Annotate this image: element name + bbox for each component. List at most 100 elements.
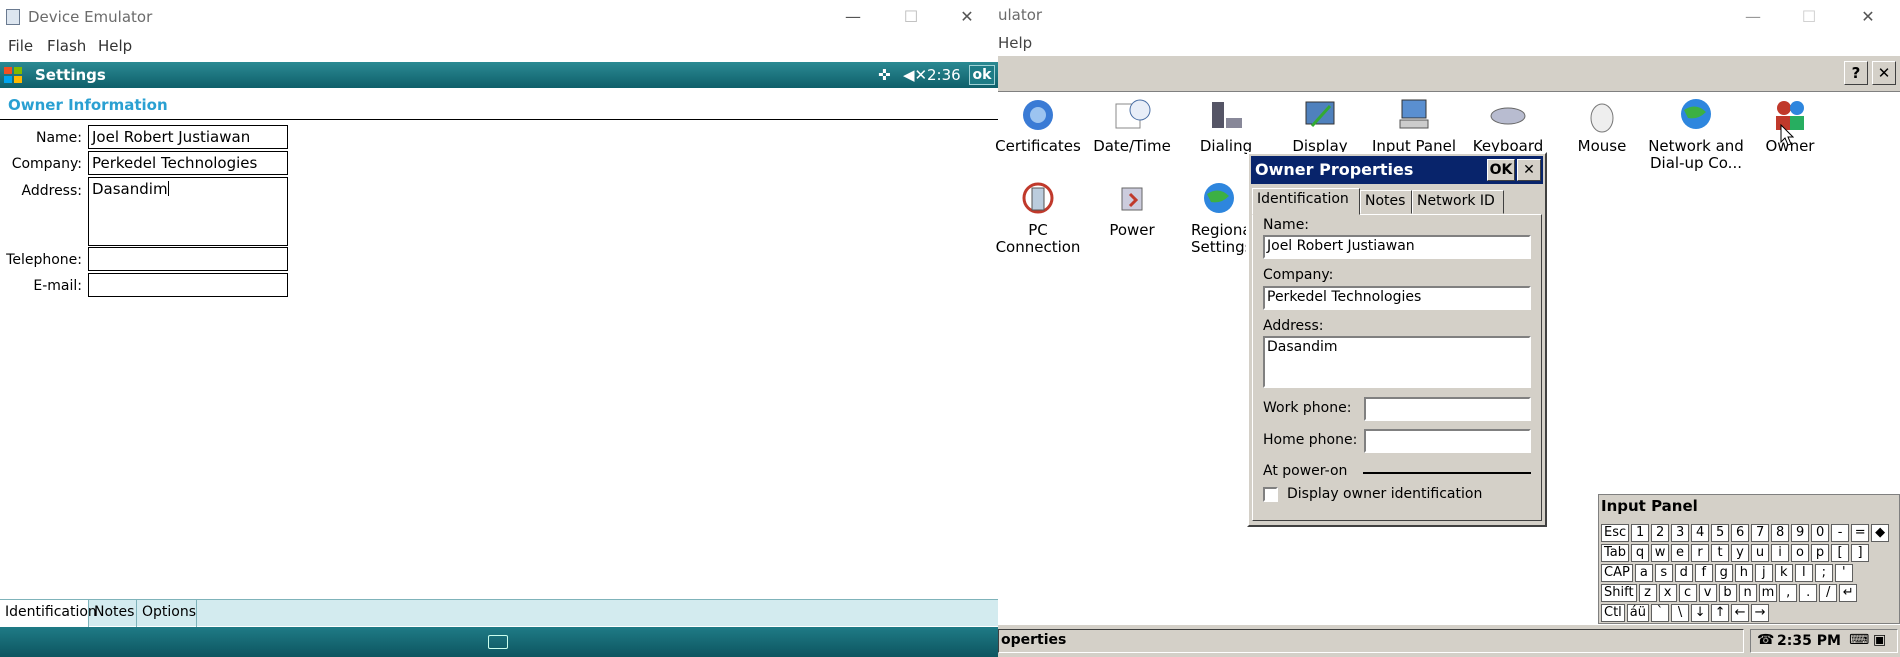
key[interactable]: i	[1771, 544, 1790, 562]
key[interactable]: o	[1791, 544, 1810, 562]
windows-start-icon[interactable]	[3, 66, 23, 84]
menu-help[interactable]: Help	[98, 37, 132, 55]
maximize-icon[interactable]: ☐	[1794, 6, 1824, 28]
key[interactable]: '	[1834, 564, 1853, 582]
cp-mouse[interactable]: Mouse	[1552, 96, 1652, 155]
key[interactable]: 8	[1771, 524, 1790, 542]
key[interactable]: q	[1631, 544, 1650, 562]
maximize-icon[interactable]: ☐	[896, 6, 926, 28]
key[interactable]: y	[1731, 544, 1750, 562]
key[interactable]: 2	[1651, 524, 1670, 542]
cp-certificates[interactable]: Certificates	[988, 96, 1088, 155]
tray-clock[interactable]: 2:35 PM	[1777, 633, 1841, 649]
close-button[interactable]: ✕	[1872, 61, 1896, 85]
tab-notes[interactable]: Notes	[89, 600, 137, 627]
tab-notes[interactable]: Notes	[1360, 190, 1412, 214]
name-field[interactable]: Joel Robert Justiawan	[1263, 235, 1531, 259]
key[interactable]: 0	[1811, 524, 1830, 542]
key[interactable]: r	[1691, 544, 1710, 562]
menu-file[interactable]: File	[8, 37, 33, 55]
key[interactable]: ↓	[1691, 604, 1710, 622]
close-icon[interactable]: ✕	[952, 6, 982, 28]
key[interactable]: ←	[1731, 604, 1750, 622]
minimize-icon[interactable]: —	[838, 6, 868, 28]
cp-display[interactable]: Display	[1270, 96, 1370, 158]
key[interactable]: c	[1678, 584, 1697, 602]
cp-regional-settings[interactable]: Regional Settings	[1176, 180, 1246, 256]
ok-button[interactable]: ok	[969, 65, 995, 85]
name-field[interactable]: Joel Robert Justiawan	[88, 125, 288, 149]
dialog-close-button[interactable]: ✕	[1517, 159, 1541, 181]
minimize-icon[interactable]: —	[1738, 6, 1768, 28]
address-field[interactable]: Dasandim	[88, 177, 288, 246]
cp-date-time[interactable]: Date/Time	[1082, 96, 1182, 155]
key[interactable]: Ctl	[1601, 604, 1625, 622]
cp-dialing[interactable]: Dialing	[1176, 96, 1276, 155]
key[interactable]: =	[1851, 524, 1870, 542]
display-owner-checkbox[interactable]	[1263, 487, 1278, 502]
key[interactable]: ,	[1779, 584, 1798, 602]
close-icon[interactable]: ✕	[1853, 6, 1883, 28]
volume-muted-icon[interactable]: ◀✕	[903, 66, 927, 84]
key[interactable]: 1	[1631, 524, 1650, 542]
key[interactable]: →	[1751, 604, 1770, 622]
key[interactable]: s	[1654, 564, 1673, 582]
email-field[interactable]	[88, 273, 288, 297]
key[interactable]: \	[1671, 604, 1690, 622]
key[interactable]: u	[1751, 544, 1770, 562]
key[interactable]: w	[1651, 544, 1670, 562]
key[interactable]: -	[1831, 524, 1850, 542]
key[interactable]: 7	[1751, 524, 1770, 542]
network-tray-icon[interactable]: ☎	[1757, 632, 1774, 648]
tab-identification[interactable]: Identification	[0, 600, 97, 627]
cp-network[interactable]: Network and Dial-up Co...	[1646, 96, 1746, 172]
key[interactable]: v	[1698, 584, 1717, 602]
menu-help[interactable]: Help	[998, 34, 1032, 52]
work-phone-field[interactable]	[1364, 397, 1531, 421]
help-button[interactable]: ?	[1844, 61, 1868, 85]
cp-keyboard[interactable]: Keyboard	[1458, 96, 1558, 158]
tab-options[interactable]: Options	[137, 600, 197, 627]
key[interactable]: k	[1774, 564, 1793, 582]
key[interactable]: `	[1651, 604, 1670, 622]
tab-identification[interactable]: Identification	[1252, 188, 1360, 215]
dialog-ok-button[interactable]: OK	[1487, 159, 1515, 181]
key[interactable]: e	[1671, 544, 1690, 562]
key[interactable]: 9	[1791, 524, 1810, 542]
key[interactable]: ]	[1851, 544, 1870, 562]
cp-input-panel[interactable]: Input Panel	[1364, 96, 1464, 158]
key[interactable]: x	[1658, 584, 1677, 602]
taskbar-button-owner-properties[interactable]: operties	[998, 629, 1744, 653]
address-field[interactable]: Dasandim	[1263, 336, 1531, 388]
key[interactable]: j	[1754, 564, 1773, 582]
key[interactable]: m	[1758, 584, 1778, 602]
key[interactable]: 4	[1691, 524, 1710, 542]
key[interactable]: Shift	[1601, 584, 1637, 602]
key[interactable]: t	[1711, 544, 1730, 562]
key[interactable]: z	[1638, 584, 1657, 602]
key[interactable]: a	[1634, 564, 1653, 582]
menu-flash[interactable]: Flash	[47, 37, 86, 55]
tab-network-id[interactable]: Network ID	[1412, 190, 1504, 214]
key[interactable]: áü	[1626, 604, 1650, 622]
key[interactable]: ;	[1814, 564, 1833, 582]
key[interactable]: ↑	[1711, 604, 1730, 622]
key[interactable]: b	[1718, 584, 1737, 602]
key[interactable]: 3	[1671, 524, 1690, 542]
keyboard-tray-icon[interactable]: ⌨	[1849, 632, 1869, 648]
key[interactable]: 6	[1731, 524, 1750, 542]
key[interactable]: f	[1694, 564, 1713, 582]
cp-pc-connection[interactable]: PC Connection	[988, 180, 1088, 256]
desktop-tray-icon[interactable]: ▣	[1873, 632, 1886, 648]
key[interactable]: p	[1811, 544, 1830, 562]
key[interactable]: l	[1794, 564, 1813, 582]
key[interactable]: Tab	[1601, 544, 1630, 562]
key[interactable]: [	[1831, 544, 1850, 562]
company-field[interactable]: Perkedel Technologies	[1263, 286, 1531, 310]
key[interactable]: d	[1674, 564, 1693, 582]
company-field[interactable]: Perkedel Technologies	[88, 151, 288, 175]
key[interactable]: g	[1714, 564, 1733, 582]
home-phone-field[interactable]	[1364, 429, 1531, 453]
cp-power[interactable]: Power	[1082, 180, 1182, 239]
connectivity-icon[interactable]: ✜	[878, 66, 891, 84]
